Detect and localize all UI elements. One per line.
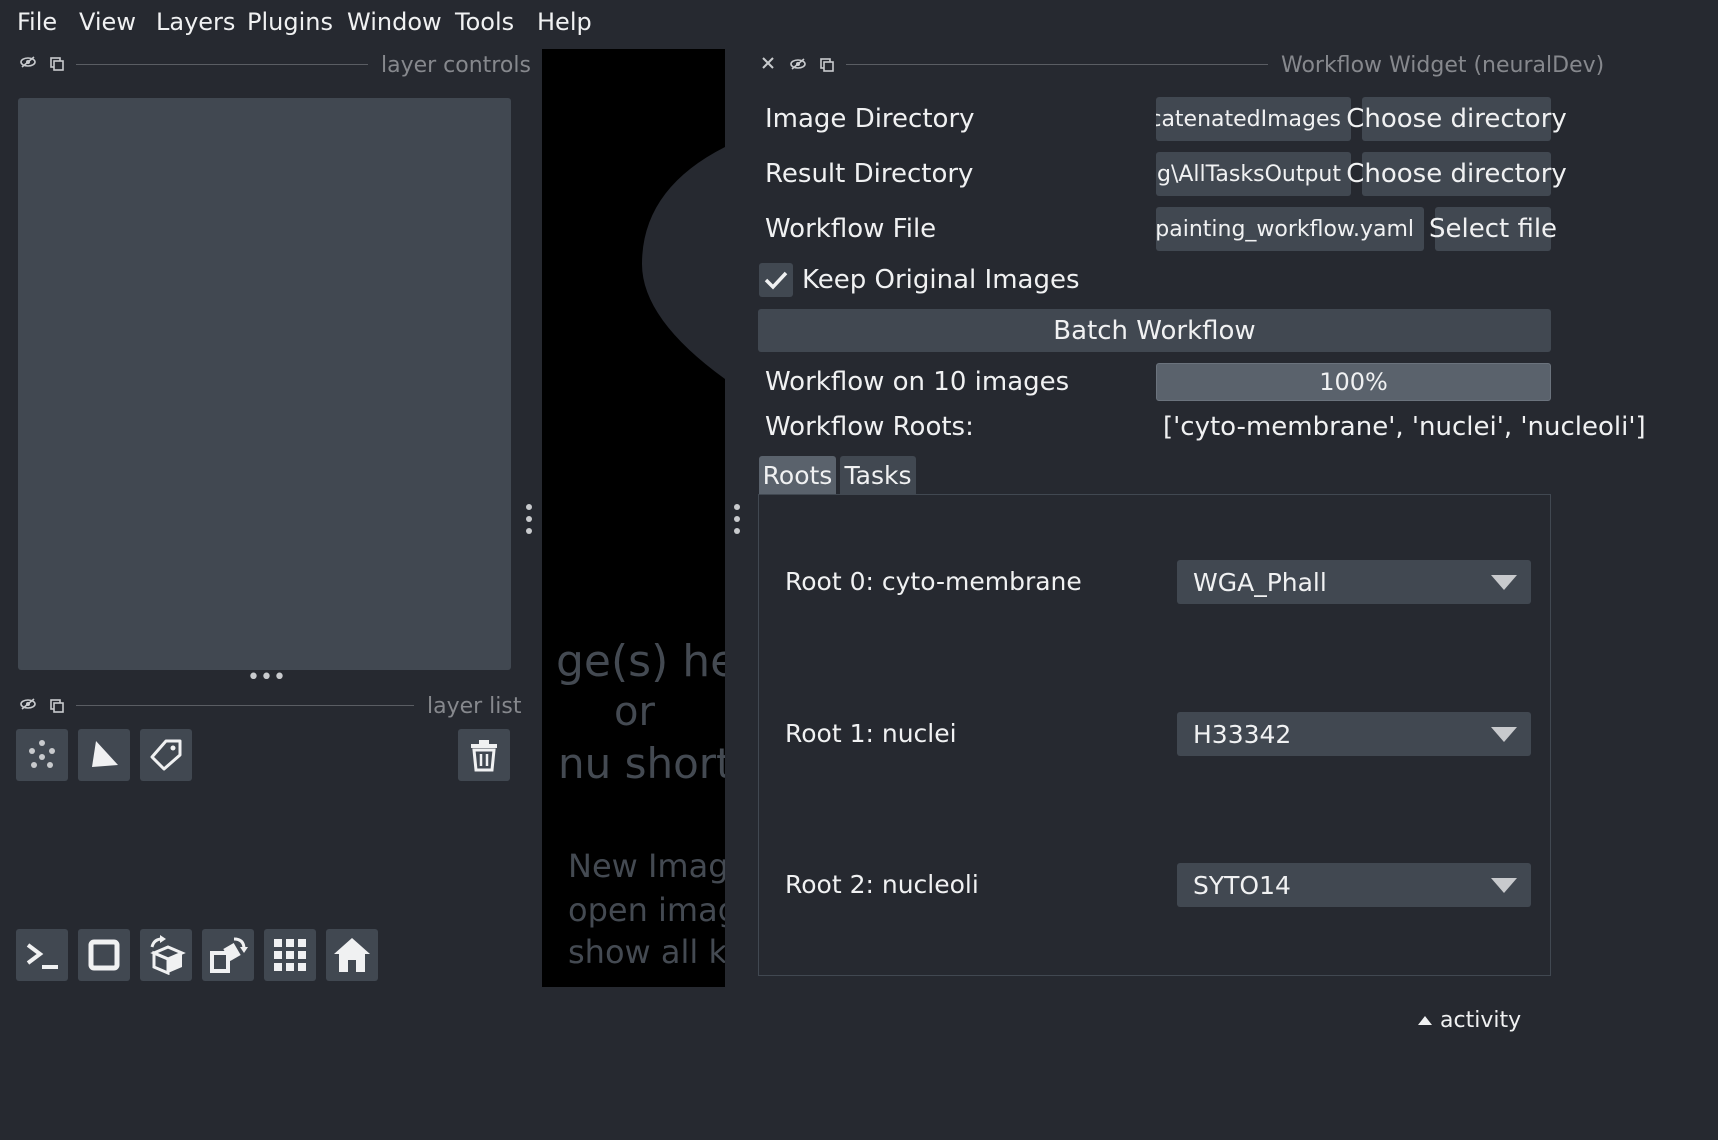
- layer-list-title: layer list: [427, 694, 522, 719]
- ndisplay-button[interactable]: [78, 929, 130, 981]
- workflow-file-field[interactable]: l_cellpainting_workflow.yaml: [1156, 207, 1424, 251]
- home-icon: [334, 938, 370, 972]
- console-button[interactable]: [16, 929, 68, 981]
- terminal-icon: [26, 943, 58, 969]
- transpose-icon: [210, 937, 248, 973]
- canvas-hint-line: nu short: [558, 739, 725, 788]
- menu-view[interactable]: View: [79, 8, 136, 36]
- new-shapes-layer-button[interactable]: [78, 729, 130, 781]
- tab-tasks[interactable]: Tasks: [840, 456, 916, 494]
- visibility-icon[interactable]: [790, 56, 806, 75]
- home-button[interactable]: [326, 929, 378, 981]
- float-icon[interactable]: [50, 56, 64, 75]
- workflow-progress-bar: 100%: [1156, 363, 1551, 401]
- delete-layer-button[interactable]: [458, 729, 510, 781]
- viewer-canvas[interactable]: ge(s) here or nu short New Image open im…: [542, 49, 725, 987]
- transpose-button[interactable]: [202, 929, 254, 981]
- keep-original-checkbox[interactable]: [759, 263, 793, 297]
- activity-label: activity: [1440, 1008, 1522, 1033]
- root-0-label: Root 0: cyto-membrane: [785, 567, 1082, 596]
- dock-divider: [76, 705, 414, 706]
- widget-title: Workflow Widget (neuralDev): [1281, 53, 1605, 78]
- batch-workflow-button[interactable]: Batch Workflow: [758, 309, 1551, 352]
- choose-result-directory-button[interactable]: Choose directory: [1346, 152, 1567, 196]
- visibility-icon[interactable]: [20, 696, 36, 715]
- canvas-hint-line: show all k: [568, 933, 725, 971]
- menu-help[interactable]: Help: [537, 8, 592, 36]
- root-2-selected-value: SYTO14: [1193, 870, 1291, 900]
- splitter-handle-left[interactable]: [525, 503, 533, 539]
- result-directory-label: Result Directory: [765, 159, 974, 189]
- root-2-label: Root 2: nucleoli: [785, 870, 979, 899]
- shapes-icon: [92, 741, 118, 767]
- menu-file[interactable]: File: [17, 8, 57, 36]
- grid-view-button[interactable]: [264, 929, 316, 981]
- canvas-hint-line: or: [614, 689, 655, 735]
- choose-image-directory-button[interactable]: Choose directory: [1346, 97, 1567, 141]
- canvas-hint-line: open image: [568, 891, 725, 929]
- chevron-down-icon: [1491, 727, 1517, 742]
- new-labels-layer-button[interactable]: [140, 729, 192, 781]
- image-directory-label: Image Directory: [765, 104, 975, 134]
- checkmark-icon: [764, 271, 788, 290]
- new-points-layer-button[interactable]: [16, 729, 68, 781]
- caret-up-icon: [1418, 1015, 1432, 1025]
- workflow-roots-label: Workflow Roots:: [765, 412, 974, 442]
- chevron-down-icon: [1491, 878, 1517, 893]
- progress-label: Workflow on 10 images: [765, 367, 1070, 397]
- workflow-roots-value: ['cyto-membrane', 'nuclei', 'nucleoli']: [1163, 412, 1646, 442]
- result-directory-field[interactable]: nting\AllTasksOutput: [1156, 152, 1351, 196]
- trash-icon: [471, 740, 497, 772]
- root-2-select[interactable]: SYTO14: [1177, 863, 1531, 907]
- float-icon[interactable]: [820, 57, 834, 76]
- root-1-select[interactable]: H33342: [1177, 712, 1531, 756]
- float-icon[interactable]: [50, 698, 64, 717]
- root-0-select[interactable]: WGA_Phall: [1177, 560, 1531, 604]
- root-0-selected-value: WGA_Phall: [1193, 567, 1327, 597]
- tab-roots[interactable]: Roots: [759, 456, 836, 494]
- cube-rotate-icon: [150, 935, 186, 975]
- resize-handle-horizontal[interactable]: •••: [247, 667, 286, 689]
- menu-tools[interactable]: Tools: [455, 8, 514, 36]
- layer-controls-title: layer controls: [381, 53, 531, 78]
- menu-bar: File View Layers Plugins Window Tools He…: [0, 0, 1718, 50]
- close-icon[interactable]: [761, 55, 775, 74]
- dock-divider: [76, 64, 368, 65]
- dock-divider: [846, 64, 1268, 65]
- root-1-selected-value: H33342: [1193, 719, 1292, 749]
- chevron-down-icon: [1491, 575, 1517, 590]
- activity-toggle[interactable]: activity: [1417, 1008, 1521, 1033]
- canvas-hint-line: ge(s) here: [556, 636, 725, 687]
- keep-original-label: Keep Original Images: [802, 265, 1080, 295]
- splitter-handle-right[interactable]: [733, 503, 741, 539]
- canvas-hint-line: New Image: [568, 847, 725, 885]
- layer-controls-area: [18, 98, 511, 670]
- roll-dims-button[interactable]: [140, 929, 192, 981]
- image-directory-field[interactable]: ConcatenatedImages: [1156, 97, 1351, 141]
- label-tag-icon: [150, 739, 182, 771]
- square-icon: [88, 939, 120, 971]
- workflow-file-label: Workflow File: [765, 214, 937, 244]
- root-1-label: Root 1: nuclei: [785, 719, 957, 748]
- menu-layers[interactable]: Layers: [156, 8, 235, 36]
- points-icon: [29, 740, 55, 768]
- grid-icon: [274, 939, 306, 971]
- visibility-icon[interactable]: [20, 54, 36, 73]
- menu-plugins[interactable]: Plugins: [247, 8, 333, 36]
- menu-window[interactable]: Window: [347, 8, 442, 36]
- select-workflow-file-button[interactable]: Select file: [1429, 207, 1557, 251]
